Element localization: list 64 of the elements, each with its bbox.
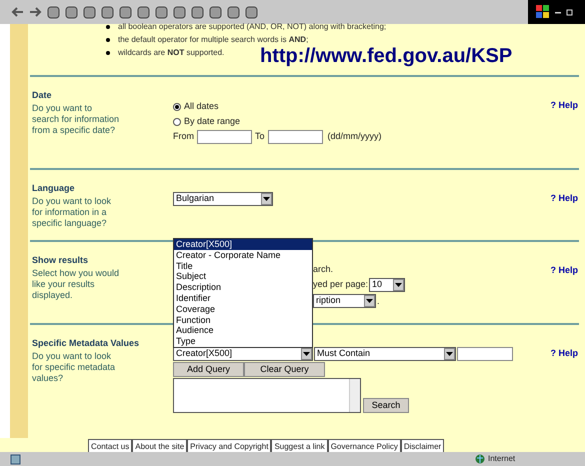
footer-link[interactable]: Disclaimer — [400, 439, 444, 452]
field-select[interactable]: Creator[X500] — [173, 347, 313, 361]
per-page-select[interactable]: 10 — [369, 278, 406, 292]
bullet-icon — [106, 38, 110, 42]
sort-select[interactable]: ription — [313, 294, 376, 308]
from-date-field[interactable] — [197, 130, 252, 144]
results-text: . — [377, 294, 380, 308]
dropdown-option[interactable]: Creator - Corporate Name — [174, 250, 312, 261]
section-title: Date — [32, 89, 53, 102]
section-title: Specific Metadata Values — [32, 337, 140, 350]
search-button[interactable]: Search — [363, 398, 409, 413]
footer-link[interactable]: About the site — [132, 439, 188, 452]
dropdown-option[interactable]: Audience — [174, 325, 312, 336]
dropdown-option[interactable]: Description — [174, 282, 312, 293]
zone-label: Internet — [488, 453, 516, 465]
footer-link[interactable]: Contact us — [88, 439, 132, 452]
help-link[interactable]: ? Help — [550, 182, 579, 240]
note-text: all boolean operators are supported (AND, OR, NOT) along with bracketing; — [118, 21, 386, 33]
url-caption: http://www.fed.gov.au/KSP — [260, 44, 512, 69]
scrollbar[interactable] — [349, 379, 360, 412]
help-link[interactable]: ? Help — [550, 89, 579, 168]
section-question: Do you want to search for information from a specific date? — [32, 102, 120, 136]
field-label: To — [255, 130, 265, 144]
section-title: Language — [32, 182, 76, 195]
results-text: yed per page: — [313, 278, 368, 292]
note-text: wildcards are NOT supported. — [118, 47, 224, 59]
query-text-area[interactable] — [173, 378, 361, 413]
operator-select[interactable]: Must Contain — [314, 347, 456, 361]
query-button[interactable]: Clear Query — [244, 362, 325, 377]
value-field[interactable] — [457, 347, 513, 361]
footer-link[interactable]: Governance Policy — [328, 439, 401, 452]
footer-link[interactable]: Suggest a link — [271, 439, 328, 452]
bullet-icon — [106, 24, 110, 28]
restore-icon[interactable] — [566, 8, 574, 16]
page-icon — [10, 454, 21, 464]
dropdown-option[interactable]: Identifier — [174, 292, 312, 304]
help-link[interactable]: ? Help — [550, 337, 579, 437]
results-text: arch. — [313, 263, 334, 276]
footer-link[interactable]: Privacy and Copyright — [187, 439, 272, 452]
to-date-field[interactable] — [268, 130, 323, 144]
radio-button[interactable] — [173, 102, 181, 110]
dropdown-option[interactable]: Subject — [174, 271, 312, 282]
dropdown-option[interactable]: Function — [174, 314, 312, 326]
language-select[interactable]: Bulgarian — [173, 192, 273, 206]
help-link[interactable]: ? Help — [550, 254, 579, 323]
field-label: From — [173, 130, 194, 144]
dropdown-option[interactable]: Creator[X500] — [174, 239, 312, 250]
note-text: the default operator for multiple search words is AND; — [118, 34, 308, 46]
dropdown-option[interactable]: Type — [174, 336, 312, 347]
radio-label: By date range — [184, 114, 240, 128]
section-question: Do you want to look for specific metadata values? — [32, 350, 116, 384]
radio-button[interactable] — [173, 118, 181, 126]
section-question: Select how you would like your results displayed. — [32, 268, 120, 300]
section-title: Show results — [32, 254, 90, 267]
dropdown-option[interactable]: Coverage — [174, 304, 312, 315]
forward-arrow-icon[interactable] — [28, 4, 43, 20]
radio-label: All dates — [184, 100, 219, 113]
query-button[interactable]: Add Query — [173, 362, 244, 377]
section-question: Do you want to look for information in a specific language? — [32, 196, 112, 228]
dropdown-option[interactable]: Title — [174, 260, 312, 272]
windows-logo-icon — [536, 5, 550, 19]
format-hint: (dd/mm/yyyy) — [328, 130, 382, 144]
bullet-icon — [106, 50, 110, 54]
back-arrow-icon[interactable] — [10, 4, 25, 20]
